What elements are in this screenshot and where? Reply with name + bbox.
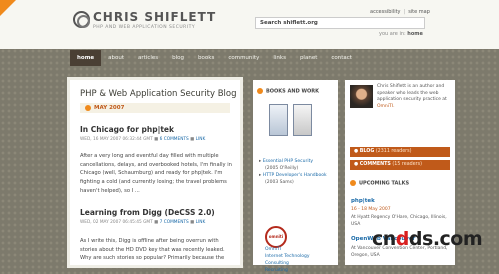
blog-feed-button[interactable]: ● BLOG (2311 readers): [350, 147, 450, 157]
comments-icon: ■: [154, 137, 159, 142]
month-heading: MAY 2007: [80, 103, 230, 113]
post-title[interactable]: Learning from Digg (DeCSS 2.0): [80, 208, 215, 217]
site-title[interactable]: CHRIS SHIFLETT: [93, 10, 216, 24]
post-comments-link[interactable]: 7 COMMENTS: [160, 220, 189, 225]
omniti-link[interactable]: OmniTI: [265, 246, 335, 253]
book-item: ▸ HTTP Developer's Handbook: [259, 173, 327, 178]
comments-feed-button[interactable]: ● COMMENTS (15 readers): [350, 160, 450, 170]
omniti-link[interactable]: Internet Technology: [265, 253, 335, 260]
post-excerpt: After a very long and eventful day fille…: [80, 153, 232, 194]
omniti-link[interactable]: Consulting: [265, 260, 335, 267]
comments-feed-label: COMMENTS: [359, 162, 391, 167]
book-link[interactable]: HTTP Developer's Handbook: [263, 173, 327, 178]
omniti-logo[interactable]: omniti: [265, 226, 287, 248]
month-bullet-icon: [85, 104, 91, 111]
accessibility-link[interactable]: accessibility: [370, 9, 401, 15]
author-avatar: [350, 85, 373, 108]
sitemap-link[interactable]: site map: [408, 9, 430, 15]
blog-feed-label: BLOG: [359, 149, 375, 154]
link-icon: ■: [190, 137, 195, 142]
book-link[interactable]: Essential PHP Security: [263, 159, 313, 164]
talks-heading: UPCOMING TALKS: [350, 180, 409, 187]
main-nav: home about articles blog books community…: [70, 50, 359, 66]
comments-icon: ■: [154, 220, 159, 225]
separator: |: [403, 9, 406, 15]
omniti-link[interactable]: Recruiting: [265, 267, 335, 274]
post-permalink[interactable]: LINK: [196, 137, 206, 142]
watermark-prefix: cn: [372, 228, 396, 250]
tab-links[interactable]: links: [266, 50, 293, 66]
books-heading-label: BOOKS AND WORK: [266, 88, 319, 95]
book-detail: (2005 O'Reilly): [265, 166, 299, 171]
feed-corner-icon[interactable]: [0, 0, 16, 16]
post-date: WED, 02 MAY 2007 06:45:45 GMT: [80, 220, 153, 225]
omniti-links: OmniTI Internet Technology Consulting Re…: [265, 246, 335, 274]
logo-icon[interactable]: [73, 11, 90, 28]
post-meta: WED, 16 MAY 2007 06:32:44 GMT ■ 6 COMMEN…: [80, 137, 205, 142]
watermark-suffix: ds.com: [408, 228, 483, 250]
books-bullet-icon: [257, 88, 263, 94]
watermark-accent: d: [395, 228, 410, 250]
post-title[interactable]: In Chicago for php|tek: [80, 125, 174, 134]
talk-title[interactable]: php|tek: [351, 198, 375, 204]
rss-icon: ●: [354, 149, 359, 154]
tab-contact[interactable]: contact: [324, 50, 359, 66]
book-list: ▸ Essential PHP Security (2005 O'Reilly)…: [259, 158, 337, 186]
search-input[interactable]: Search shiflett.org: [255, 17, 425, 29]
tab-books[interactable]: books: [191, 50, 221, 66]
tab-community[interactable]: community: [221, 50, 266, 66]
post-permalink[interactable]: LINK: [196, 220, 206, 225]
book-cover-http-developers-handbook[interactable]: [293, 104, 312, 136]
tab-planet[interactable]: planet: [293, 50, 324, 66]
post-date: WED, 16 MAY 2007 06:32:44 GMT: [80, 137, 153, 142]
location-indicator: you are in: home: [379, 31, 423, 37]
post-excerpt: As I write this, Digg is offline after b…: [80, 238, 225, 262]
tab-blog[interactable]: blog: [165, 50, 191, 66]
talk-venue: At Hyatt Regency O'Hare, Chicago, Illino…: [351, 215, 447, 227]
site-watermark: cndds.com: [372, 228, 483, 250]
book-item: ▸ Essential PHP Security: [259, 159, 314, 164]
talks-heading-label: UPCOMING TALKS: [359, 180, 410, 187]
books-heading: BOOKS AND WORK: [257, 88, 319, 95]
location-label: you are in:: [379, 31, 406, 37]
site-header: CHRIS SHIFLETT PHP AND WEB APPLICATION S…: [0, 0, 499, 49]
rss-icon: ●: [354, 162, 359, 167]
blog-title: PHP & Web Application Security Blog: [80, 89, 237, 99]
tab-home[interactable]: home: [70, 50, 102, 66]
author-bio: Chris Shiflett is an author and speaker …: [377, 84, 453, 110]
books-column: BOOKS AND WORK ▸ Essential PHP Security …: [253, 80, 338, 273]
post-comments-link[interactable]: 6 COMMENTS: [160, 137, 189, 142]
blog-feed-count: (2311 readers): [375, 149, 412, 154]
talk-date: 16 - 18 May 2007: [351, 207, 391, 212]
talks-bullet-icon: [350, 180, 356, 186]
post-meta: WED, 02 MAY 2007 06:45:45 GMT ■ 7 COMMEN…: [80, 220, 205, 225]
comments-feed-count: (15 readers): [392, 162, 423, 167]
bio-name: Chris Shiflett: [377, 84, 406, 89]
link-icon: ■: [190, 220, 195, 225]
tab-about[interactable]: about: [101, 50, 131, 66]
bio-company-link[interactable]: OmniTI.: [377, 104, 395, 109]
blog-column: PHP & Web Application Security Blog MAY …: [70, 80, 240, 265]
tab-articles[interactable]: articles: [131, 50, 165, 66]
utility-links: accessibility | site map: [370, 9, 430, 15]
site-tagline: PHP AND WEB APPLICATION SECURITY: [93, 25, 196, 30]
book-detail: (2003 Sams): [265, 180, 294, 185]
location-value: home: [407, 31, 423, 37]
month-label: MAY 2007: [94, 105, 125, 111]
book-cover-essential-php-security[interactable]: [269, 104, 288, 136]
